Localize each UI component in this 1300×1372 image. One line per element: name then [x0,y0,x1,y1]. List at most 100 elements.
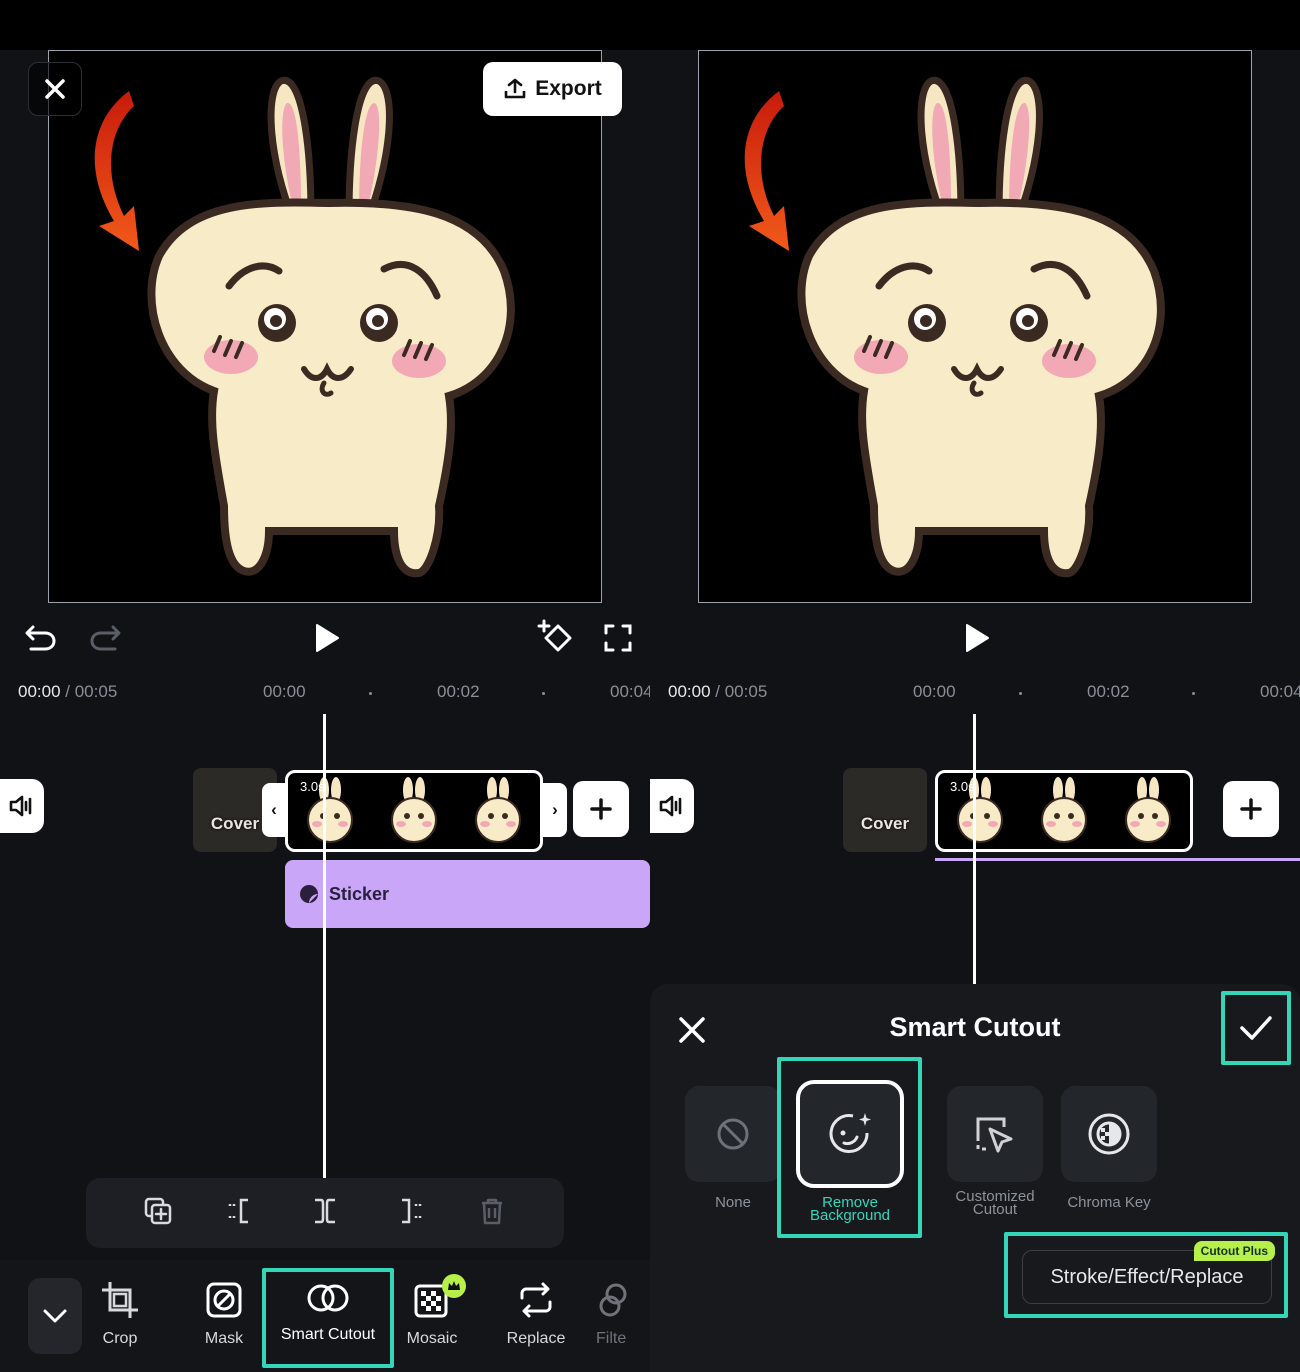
volume-icon [659,795,682,817]
checkmark-icon [1240,1016,1272,1040]
option-box [1061,1086,1157,1182]
total-time: / 00:05 [715,682,768,701]
stroke-effect-replace-button[interactable]: Stroke/Effect/Replace Cutout Plus [1022,1241,1275,1304]
fullscreen-button[interactable] [598,618,638,658]
stroke-button-label: Stroke/Effect/Replace [1050,1265,1244,1288]
split-icon [314,1198,335,1223]
sticker-icon [300,885,318,903]
confirm-button[interactable] [1221,991,1291,1065]
tool-label: Mosaic [406,1330,458,1347]
timeline-tick: 00:02 [437,682,480,701]
tool-replace[interactable]: Replace [484,1280,588,1348]
video-preview[interactable] [698,50,1252,603]
clip-frame-thumbnail [475,777,521,843]
timeline-tick: 00:00 [263,682,306,701]
bottom-toolbar: Crop Mask Smart Cutout Mosaic Replace Fi… [0,1260,650,1372]
cover-label: Cover [210,814,260,833]
crown-icon [448,1281,460,1290]
mute-audio-button[interactable] [650,779,694,833]
option-box [685,1086,781,1182]
timeline-tick: 00:04 [610,682,650,701]
mute-audio-button[interactable] [0,779,44,833]
redo-icon [90,625,121,651]
timecode: 00:00 / 00:05 [18,682,117,702]
add-clip-button[interactable] [1223,781,1279,837]
bunny-sticker-image [744,76,1165,578]
option-label: Customized Cutout [955,1189,1034,1217]
playhead[interactable] [973,714,976,984]
timeline-tick: 00:02 [1087,682,1130,701]
current-time: 00:00 [668,682,711,701]
clip-frame-thumbnail [391,777,437,843]
option-none[interactable]: None [684,1086,782,1211]
plus-icon [590,798,612,820]
play-icon [966,624,989,652]
sheet-title: Smart Cutout [889,1012,1061,1042]
timecode: 00:00 / 00:05 [668,682,767,702]
close-button[interactable] [28,62,82,116]
undo-icon [25,625,56,651]
tick-dot [369,692,372,695]
play-button[interactable] [305,616,349,660]
total-time: / 00:05 [65,682,118,701]
fullscreen-icon [604,624,632,652]
tool-label: Replace [506,1330,566,1347]
smart-cutout-sheet: Smart Cutout None Remove Background Cust… [650,984,1300,1372]
tick-dot [1019,692,1022,695]
clip-frame-thumbnail [1125,777,1171,843]
sticker-track[interactable]: Sticker [285,860,650,928]
playhead[interactable] [323,714,326,1178]
tool-mosaic[interactable]: Mosaic [380,1274,484,1348]
left-editor-panel: Export 00:00 / 00:05 00:00 00:02 00:04 C… [0,50,650,1372]
timeline-tick: 00:04 [1260,682,1300,701]
crop-icon [102,1282,138,1318]
bunny-sticker-image [94,76,515,578]
tool-mask[interactable]: Mask [172,1280,276,1348]
option-customized-cutout[interactable]: Customized Cutout [946,1086,1044,1217]
cover-thumbnail[interactable]: Cover [843,768,927,852]
clip-duration: 3.0s [950,779,975,794]
split-button[interactable] [310,1196,340,1231]
tool-filter[interactable]: Filte [596,1280,650,1348]
trim-end-icon [401,1198,421,1223]
tool-label: Crop [102,1330,138,1347]
sticker-track-collapsed [935,858,1300,861]
tool-crop[interactable]: Crop [68,1280,172,1348]
option-label: Chroma Key [1067,1194,1151,1211]
close-icon [45,79,65,99]
option-label: None [715,1194,751,1211]
remove-background-icon [829,1113,871,1154]
filter-icon [599,1283,627,1317]
option-remove-background[interactable]: Remove Background [796,1080,904,1224]
tool-label: Mask [204,1330,244,1347]
keyframe-button[interactable] [534,616,578,660]
chroma-key-icon [1088,1113,1130,1155]
tool-label: Smart Cutout [280,1326,376,1343]
option-label-line: Background [809,1207,891,1224]
undo-button[interactable] [18,618,62,658]
trim-handle-left[interactable]: ‹ [262,783,286,837]
add-clip-button[interactable] [573,781,629,837]
smart-cutout-icon [307,1284,349,1312]
customized-cutout-icon [976,1117,1013,1153]
play-button[interactable] [955,616,999,660]
cutout-plus-badge: Cutout Plus [1193,1241,1275,1261]
none-icon [717,1118,749,1150]
duplicate-icon [144,1197,172,1224]
split-right-button[interactable] [394,1196,424,1231]
duplicate-button[interactable] [143,1196,173,1231]
tool-smart-cutout[interactable]: Smart Cutout [262,1268,394,1368]
premium-crown-badge [442,1274,466,1298]
plus-icon [1240,798,1262,820]
play-icon [316,624,339,652]
delete-button[interactable] [477,1196,507,1231]
export-button[interactable]: Export [483,62,622,116]
tick-dot [1192,692,1195,695]
replace-icon [520,1282,552,1318]
trim-handle-right[interactable]: › [543,783,567,837]
tool-label: Filte [596,1330,627,1347]
split-left-button[interactable] [226,1196,256,1231]
video-preview[interactable] [48,50,602,603]
option-chroma-key[interactable]: Chroma Key [1060,1086,1158,1211]
redo-button[interactable] [84,618,128,658]
